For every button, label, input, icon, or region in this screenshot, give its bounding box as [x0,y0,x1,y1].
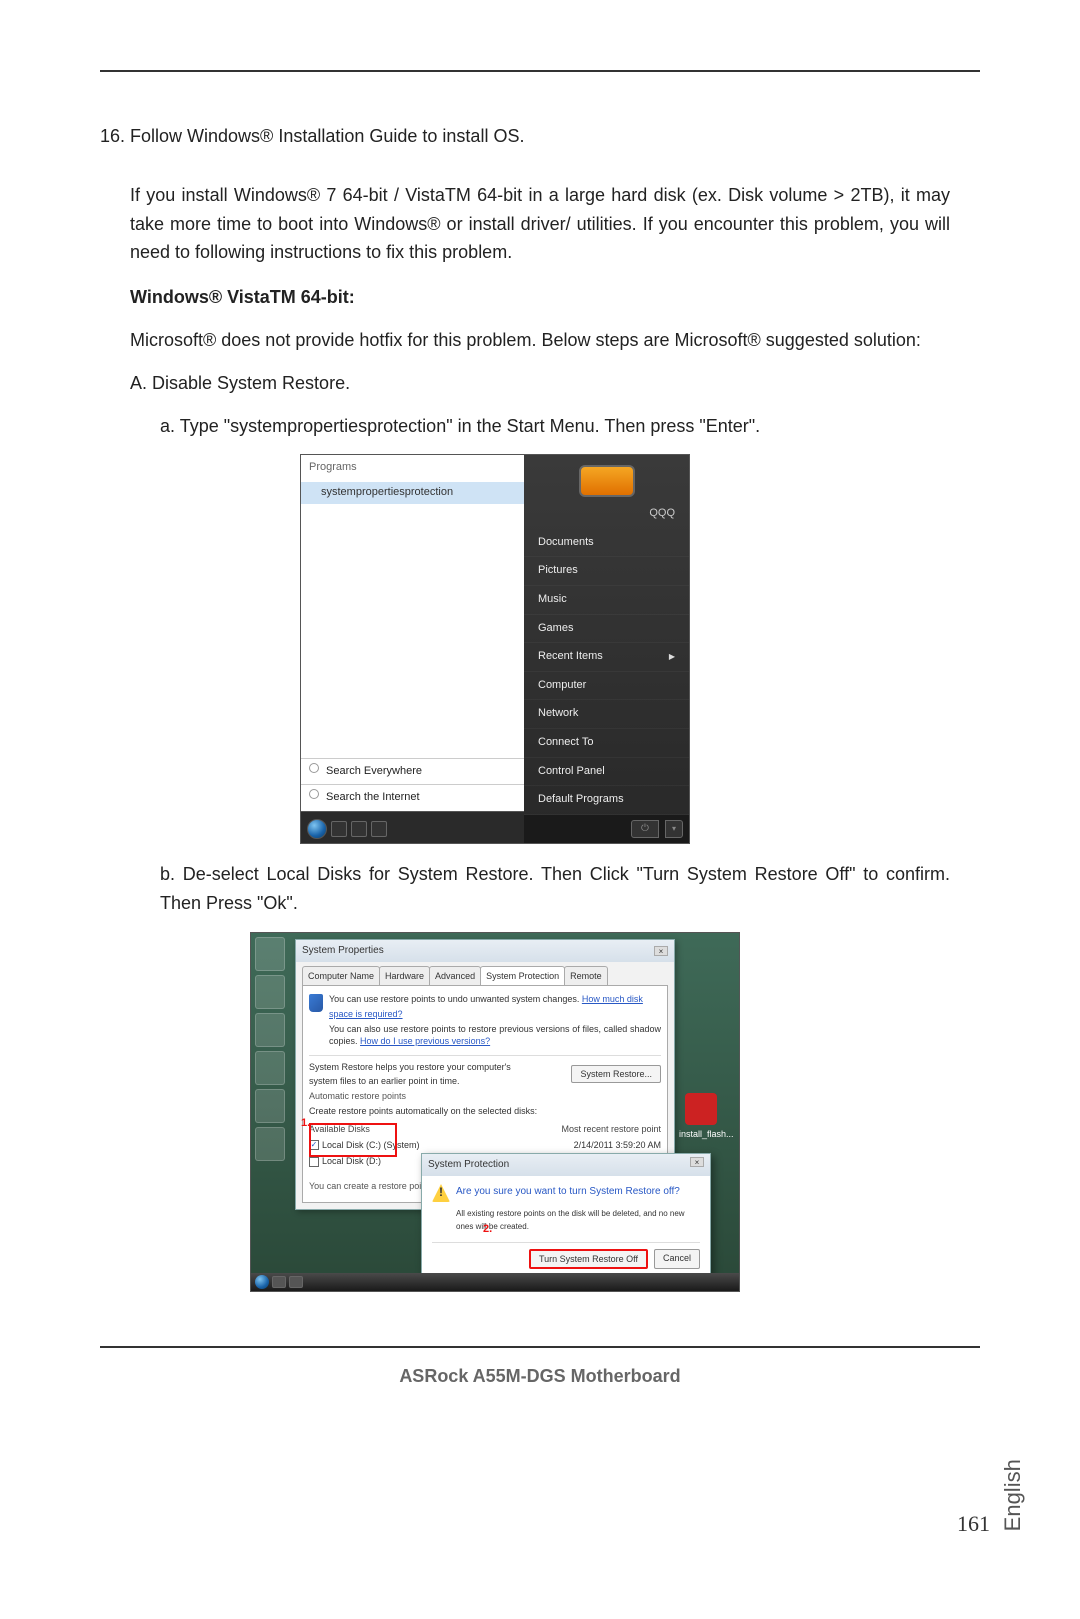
user-avatar-icon [579,465,635,497]
sm-item-music[interactable]: Music [524,586,689,615]
username-label: QQQ [524,503,689,529]
sm-item-pictures[interactable]: Pictures [524,557,689,586]
taskbar-item-icon[interactable] [351,821,367,837]
screenshot-system-properties: install_flash... System Properties × Com… [250,932,950,1292]
search-icon [309,789,319,799]
sm-item-recent[interactable]: Recent Items▶ [524,643,689,672]
tab-computer-name[interactable]: Computer Name [302,966,380,985]
sm-item-computer[interactable]: Computer [524,672,689,701]
info-line1: You can use restore points to undo unwan… [329,994,579,1004]
rule-top [100,70,980,72]
desktop-icon [255,1051,285,1085]
turn-off-button[interactable]: Turn System Restore Off [529,1249,648,1269]
sm-item-controlpanel[interactable]: Control Panel [524,758,689,787]
confirm-dialog: System Protection × ! Are you sure you w… [421,1153,711,1278]
search-everywhere-row[interactable]: Search Everywhere [301,758,524,785]
start-orb-icon[interactable] [255,1275,269,1289]
desktop-icon [255,975,285,1009]
col-recent: Most recent restore point [561,1122,661,1136]
taskbar-item-icon[interactable] [272,1276,286,1288]
flash-icon-label: install_flash... [679,1127,723,1141]
tab-hardware[interactable]: Hardware [379,966,430,985]
shield-icon [309,994,323,1012]
lock-button[interactable]: ▾ [665,820,683,838]
auto-restore-label: Automatic restore points [309,1091,661,1103]
tab-system-protection[interactable]: System Protection [480,966,565,985]
window-title: System Properties [302,943,384,959]
annotation-2: 2. [483,1221,492,1239]
sm-item-games[interactable]: Games [524,615,689,644]
step-a: A. Disable System Restore. [130,369,950,398]
col-disks: Available Disks [309,1122,370,1136]
dialog-subtext: All existing restore points on the disk … [456,1208,700,1234]
search-internet-row[interactable]: Search the Internet [301,784,524,811]
page-number: 161 [957,1506,990,1541]
footer-label: ASRock A55M-DGS Motherboard [100,1362,980,1391]
search-internet-label: Search the Internet [326,789,420,807]
desktop-flash-icon: install_flash... [679,1093,723,1141]
system-restore-button[interactable]: System Restore... [571,1065,661,1083]
start-orb-icon[interactable] [307,819,327,839]
disk-row-c[interactable]: ✓ Local Disk (C:) (System) 2/14/2011 3:5… [309,1138,661,1152]
create-restore-label: Create restore points automatically on t… [309,1106,661,1118]
sm-item-documents[interactable]: Documents [524,529,689,558]
warning-icon: ! [432,1184,450,1202]
tab-remote[interactable]: Remote [564,966,608,985]
close-icon[interactable]: × [654,946,668,956]
search-icon [309,763,319,773]
link-previous-versions[interactable]: How do I use previous versions? [360,1036,490,1046]
vista-line1: Microsoft® does not provide hotfix for t… [130,326,950,355]
step-a-b: b. De-select Local Disks for System Rest… [160,860,950,918]
tab-advanced[interactable]: Advanced [429,966,481,985]
search-result[interactable]: systempropertiesprotection [301,482,524,504]
restore-help-text: System Restore helps you restore your co… [309,1060,520,1089]
rule-bottom [100,1346,980,1348]
close-icon[interactable]: × [690,1157,704,1167]
note-intro: If you install Windows® 7 64-bit / Vista… [130,181,950,267]
dialog-title: System Protection [428,1157,509,1173]
desktop-icon [255,1013,285,1047]
disk-c-date: 2/14/2011 3:59:20 AM [574,1138,661,1152]
programs-label: Programs [301,455,524,482]
taskbar-item-icon[interactable] [289,1276,303,1288]
checkbox-disk-d[interactable] [309,1157,319,1167]
step-a-a: a. Type "systempropertiesprotection" in … [160,412,950,441]
taskbar [251,1273,739,1291]
screenshot-start-menu: Programs systempropertiesprotection Sear… [300,454,950,844]
taskbar-item-icon[interactable] [371,821,387,837]
sm-item-defaultprograms[interactable]: Default Programs [524,786,689,815]
note-block: If you install Windows® 7 64-bit / Vista… [100,181,980,1316]
annotation-1: 1. [301,1115,310,1133]
side-language-label: English [995,1459,1030,1531]
power-button[interactable]: ⏻ [631,820,659,838]
sm-item-network[interactable]: Network [524,700,689,729]
chevron-right-icon: ▶ [669,651,675,664]
dialog-question: Are you sure you want to turn System Res… [456,1184,680,1200]
step-16: 16. Follow Windows® Installation Guide t… [100,122,980,151]
desktop-icon [255,937,285,971]
search-everywhere-label: Search Everywhere [326,763,422,781]
checkbox-disk-c[interactable]: ✓ [309,1140,319,1150]
disk-c-label: Local Disk (C:) (System) [322,1138,571,1152]
taskbar-item-icon[interactable] [331,821,347,837]
heading-vista: Windows® VistaTM 64-bit: [130,283,950,312]
sm-item-connect[interactable]: Connect To [524,729,689,758]
cancel-button[interactable]: Cancel [654,1249,700,1269]
desktop-icon [255,1127,285,1161]
desktop-icon [255,1089,285,1123]
